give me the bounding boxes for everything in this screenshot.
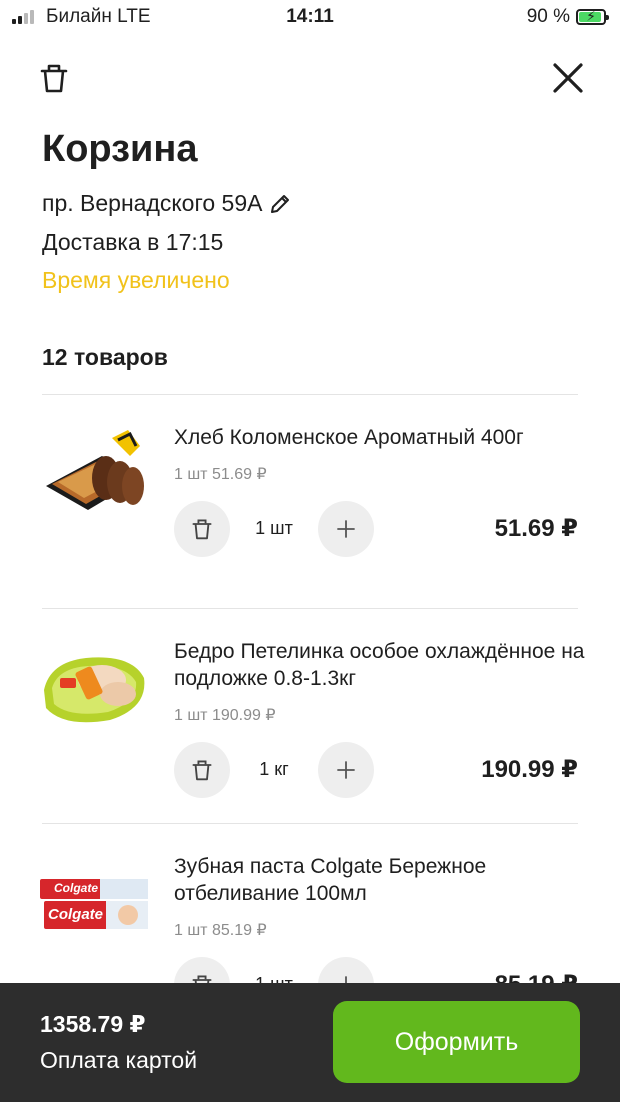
unit-price: 1 шт 190.99 ₽: [174, 707, 276, 724]
plus-icon: [337, 761, 355, 779]
product-image-bread: [46, 430, 144, 510]
remove-item-button[interactable]: [174, 742, 230, 798]
pencil-icon[interactable]: [268, 192, 292, 216]
product-name[interactable]: Бедро Петелинка особое охлаждённое на по…: [174, 638, 594, 692]
trash-icon: [192, 760, 212, 781]
quantity-value: 1 шт: [255, 518, 293, 538]
product-image-toothpaste: Colgate Colgate: [40, 873, 150, 933]
battery-icon: ⚡: [576, 8, 609, 25]
divider: [42, 394, 578, 395]
product-name[interactable]: Хлеб Коломенское Ароматный 400г: [174, 424, 594, 451]
items-count: 12 товаров: [42, 344, 168, 370]
unit-price: 1 шт 85.19 ₽: [174, 922, 267, 939]
increase-quantity-button[interactable]: [318, 501, 374, 557]
checkout-bar: 1358.79 ₽ Оплата картой Оформить: [0, 983, 620, 1102]
remove-item-button[interactable]: [174, 501, 230, 557]
toothpaste-brand-label: Colgate: [54, 881, 99, 895]
page-title: Корзина: [42, 128, 198, 170]
plus-icon: [337, 520, 355, 538]
increase-quantity-button[interactable]: [318, 742, 374, 798]
toothpaste-brand-label: Colgate: [48, 906, 104, 923]
time-increased-note: Время увеличено: [42, 267, 230, 293]
unit-price: 1 шт 51.69 ₽: [174, 466, 267, 483]
trash-icon: [40, 64, 68, 93]
checkout-button[interactable]: Оформить: [333, 1001, 580, 1083]
close-button[interactable]: [546, 56, 590, 100]
status-bar: Билайн LTE 14:11 90 % ⚡: [0, 0, 620, 36]
address-row[interactable]: пр. Вернадского 59А: [42, 190, 292, 217]
line-total: 51.69 ₽: [494, 515, 578, 542]
charging-icon: ⚡: [586, 8, 596, 24]
delivery-address[interactable]: пр. Вернадского 59А: [42, 190, 262, 217]
battery-percent: 90 %: [526, 6, 570, 27]
close-icon: [553, 63, 583, 93]
product-image-chicken: [44, 657, 145, 723]
product-name[interactable]: Зубная паста Colgate Бережное отбеливани…: [174, 853, 594, 907]
line-total: 190.99 ₽: [481, 756, 578, 783]
divider: [42, 823, 578, 824]
payment-method[interactable]: Оплата картой: [40, 1047, 197, 1074]
trash-icon: [192, 519, 212, 540]
quantity-value: 1 кг: [259, 759, 289, 779]
cart-total: 1358.79 ₽: [40, 1011, 146, 1037]
delivery-time: Доставка в 17:15: [42, 229, 224, 255]
clear-cart-button[interactable]: [34, 58, 74, 98]
divider: [42, 608, 578, 609]
